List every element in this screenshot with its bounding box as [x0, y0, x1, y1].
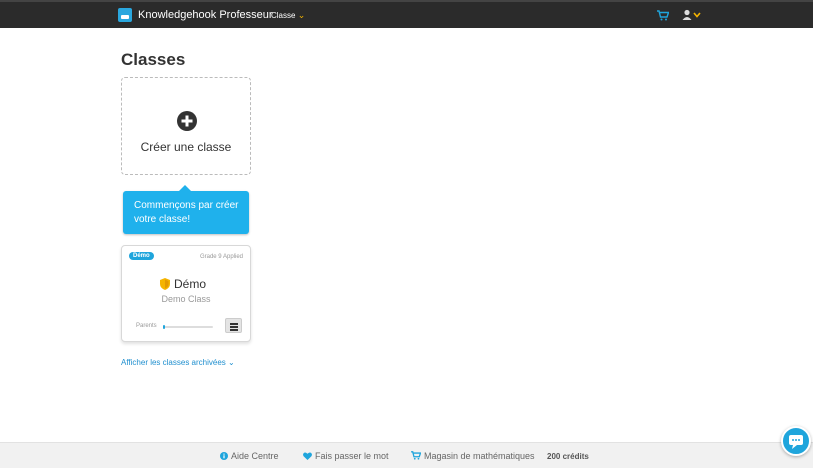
tooltip-text: Commençons par créer votre classe! — [134, 200, 239, 225]
brand-name[interactable]: Knowledgehook Professeur — [138, 9, 273, 21]
class-subtitle: Demo Class — [161, 294, 211, 304]
hamburger-icon — [230, 323, 238, 325]
class-dropdown-label: Classe — [271, 11, 296, 20]
help-center-link[interactable]: Aide Centre — [220, 451, 279, 461]
page-title: Classes — [121, 50, 186, 69]
parents-label: Parents — [136, 323, 157, 329]
share-link[interactable]: Fais passer le mot — [303, 451, 389, 461]
grade-label: Grade 9 Applied — [199, 254, 243, 260]
onboarding-tooltip: Commençons par créer votre classe! — [123, 185, 249, 234]
cart-icon — [411, 451, 421, 460]
shield-icon — [160, 278, 170, 290]
create-class-label: Créer une classe — [140, 140, 232, 154]
chevron-down-icon: ⌄ — [228, 358, 235, 367]
show-archived-classes-link[interactable]: Afficher les classes archivées ⌄ — [121, 358, 235, 367]
help-center-label: Aide Centre — [231, 451, 279, 461]
class-card[interactable]: Démo Grade 9 Applied Démo Demo Class Par… — [121, 245, 251, 342]
archive-link-label: Afficher les classes archivées — [121, 358, 226, 367]
class-dropdown[interactable]: Classe ⌄ — [271, 10, 305, 21]
plus-circle-icon — [177, 111, 197, 131]
logo-icon[interactable] — [118, 8, 132, 22]
chat-icon — [789, 435, 803, 449]
heart-icon — [303, 452, 312, 460]
class-menu-button[interactable] — [225, 318, 242, 333]
math-store-link[interactable]: Magasin de mathématiques — [411, 451, 535, 461]
class-name: Démo — [174, 277, 207, 291]
demo-badge: Démo — [129, 252, 154, 260]
user-menu-icon[interactable] — [682, 9, 702, 21]
chat-button[interactable] — [781, 426, 811, 456]
math-store-label: Magasin de mathématiques — [424, 451, 535, 461]
create-class-card[interactable]: Créer une classe — [121, 77, 251, 175]
footer-bar: Aide Centre Fais passer le mot Magasin d… — [0, 442, 813, 468]
info-icon — [220, 452, 228, 460]
top-navbar: Knowledgehook Professeur Classe ⌄ — [0, 0, 813, 28]
parents-progress-fill — [163, 325, 165, 329]
cart-icon[interactable] — [657, 10, 669, 21]
parents-progress-bar — [163, 325, 213, 329]
credits-count: 200 crédits — [547, 452, 589, 461]
share-label: Fais passer le mot — [315, 451, 389, 461]
chevron-down-icon: ⌄ — [297, 10, 306, 20]
